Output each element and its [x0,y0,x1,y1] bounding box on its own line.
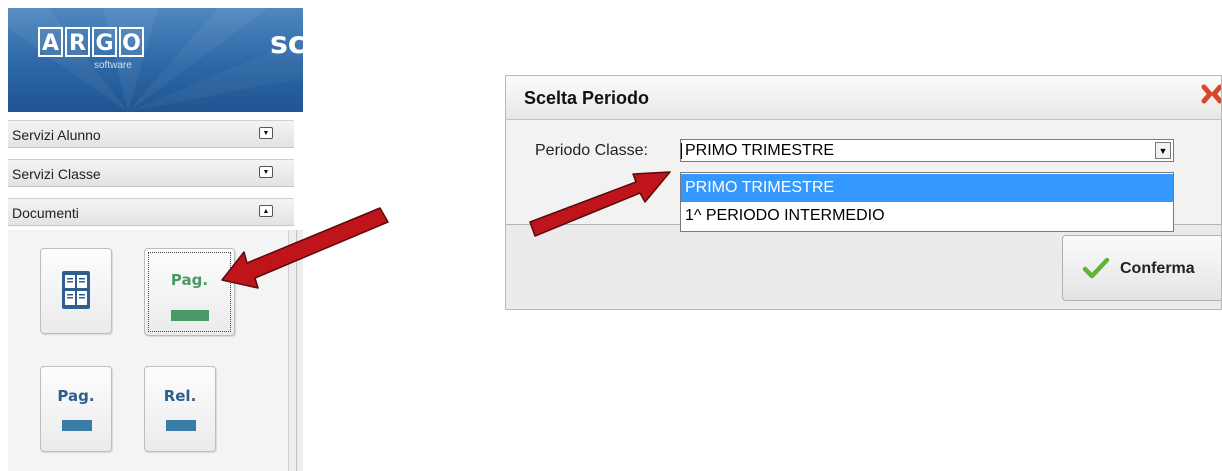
logo-letter: G [92,27,117,57]
option-primo-trimestre[interactable]: PRIMO TRIMESTRE [681,174,1173,202]
logo-subtitle: software [94,60,132,71]
periodo-classe-label: Periodo Classe: [535,142,648,159]
tile-rel-blue[interactable]: Rel. [144,366,216,452]
dialog-titlebar: Scelta Periodo [506,76,1222,120]
sidebar-panel: A R G O software sc Servizi Alunno ▼ Ser… [8,8,303,471]
close-icon[interactable] [1200,82,1222,106]
header-background-rays [8,8,303,112]
green-bar-icon [171,310,209,321]
argo-logo: A R G O [38,27,144,57]
tile-document-grid[interactable] [40,248,112,334]
expand-icon[interactable]: ▼ [259,127,273,139]
tile-label: Rel. [163,387,197,405]
dialog-title: Scelta Periodo [524,88,650,108]
check-icon [1083,258,1109,279]
tile-pag-blue[interactable]: Pag. [40,366,112,452]
section-servizi-classe[interactable]: Servizi Classe ▼ [8,159,294,187]
section-label: Servizi Classe [12,166,101,182]
section-documenti[interactable]: Documenti ▲ [8,198,294,226]
app-title: sc [270,26,303,61]
collapse-icon[interactable]: ▲ [259,205,273,217]
app-header: A R G O software sc [8,8,303,112]
tile-pag-green[interactable]: Pag. [144,248,235,336]
blue-bar-icon [62,420,92,431]
scelta-periodo-dialog: Scelta Periodo Periodo Classe: PRIMO TRI… [505,75,1222,310]
chevron-down-icon[interactable]: ▼ [1155,142,1171,159]
scrollbar[interactable] [288,230,303,471]
logo-letter: A [38,27,63,57]
document-grid-icon [62,271,90,309]
text-caret [681,143,682,159]
option-periodo-intermedio[interactable]: 1^ PERIODO INTERMEDIO [681,202,1173,230]
conferma-button[interactable]: Conferma [1062,235,1221,301]
expand-icon[interactable]: ▼ [259,166,273,178]
section-servizi-alunno[interactable]: Servizi Alunno ▼ [8,120,294,148]
logo-letter: R [65,27,90,57]
periodo-dropdown-list[interactable]: PRIMO TRIMESTRE 1^ PERIODO INTERMEDIO [680,172,1174,232]
logo-letter: O [119,27,144,57]
tile-label: Pag. [170,271,209,289]
section-label: Servizi Alunno [12,127,101,143]
select-value: PRIMO TRIMESTRE [685,142,835,159]
section-label: Documenti [12,205,79,221]
periodo-classe-select[interactable]: PRIMO TRIMESTRE ▼ [680,139,1174,162]
conferma-label: Conferma [1120,260,1195,277]
blue-bar-icon [166,420,196,431]
tile-label: Pag. [57,387,95,405]
